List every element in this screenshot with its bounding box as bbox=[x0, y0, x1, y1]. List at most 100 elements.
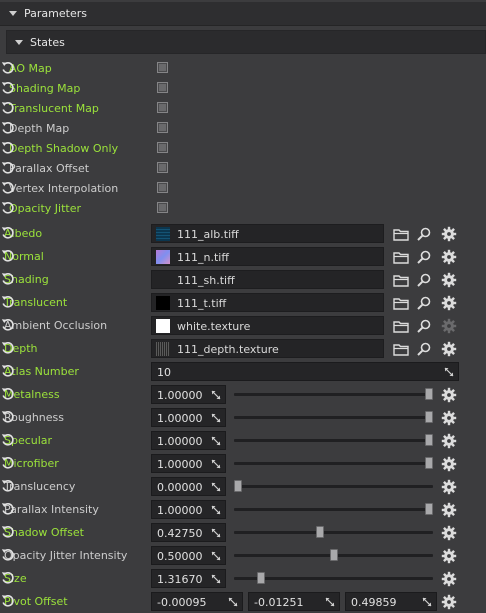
texture-field[interactable]: 111_n.tiff bbox=[151, 247, 384, 266]
reset-icon[interactable] bbox=[0, 100, 16, 116]
reset-icon[interactable] bbox=[0, 120, 16, 136]
reset-icon[interactable] bbox=[0, 160, 16, 176]
reset-icon[interactable] bbox=[0, 294, 16, 310]
states-header[interactable]: States bbox=[6, 30, 486, 54]
resize-arrows-icon[interactable] bbox=[211, 436, 221, 446]
slider-handle[interactable] bbox=[425, 503, 433, 515]
reset-icon[interactable] bbox=[0, 248, 16, 264]
resize-arrows-icon[interactable] bbox=[211, 505, 221, 515]
gear-icon[interactable] bbox=[441, 479, 457, 495]
slider-handle[interactable] bbox=[330, 549, 338, 561]
slider-track[interactable] bbox=[234, 393, 433, 396]
reset-icon[interactable] bbox=[0, 593, 16, 609]
slider-handle[interactable] bbox=[425, 411, 433, 423]
resize-arrows-icon[interactable] bbox=[211, 482, 221, 492]
gear-icon[interactable] bbox=[441, 272, 457, 288]
slider-track[interactable] bbox=[234, 508, 433, 511]
folder-icon[interactable] bbox=[393, 226, 409, 242]
reset-icon[interactable] bbox=[0, 501, 16, 517]
slider-value-field[interactable]: 0.50000 bbox=[151, 546, 226, 565]
slider-value-field[interactable]: 1.00000 bbox=[151, 431, 226, 450]
parameters-header[interactable]: Parameters bbox=[0, 2, 486, 26]
reset-icon[interactable] bbox=[0, 478, 16, 494]
resize-arrows-icon[interactable] bbox=[228, 597, 238, 607]
reset-icon[interactable] bbox=[0, 317, 16, 333]
gear-icon[interactable] bbox=[441, 410, 457, 426]
resize-arrows-icon[interactable] bbox=[211, 551, 221, 561]
state-checkbox[interactable] bbox=[157, 202, 168, 213]
folder-icon[interactable] bbox=[393, 341, 409, 357]
reset-icon[interactable] bbox=[0, 570, 16, 586]
reset-icon[interactable] bbox=[0, 432, 16, 448]
gear-icon[interactable] bbox=[441, 226, 457, 242]
resize-arrows-icon[interactable] bbox=[211, 459, 221, 469]
state-checkbox[interactable] bbox=[157, 102, 168, 113]
reset-icon[interactable] bbox=[0, 200, 16, 216]
folder-icon[interactable] bbox=[393, 272, 409, 288]
resize-arrows-icon[interactable] bbox=[422, 597, 432, 607]
reset-icon[interactable] bbox=[0, 225, 16, 241]
slider-track[interactable] bbox=[234, 416, 433, 419]
slider-value-field[interactable]: 1.00000 bbox=[151, 454, 226, 473]
slider-handle[interactable] bbox=[425, 457, 433, 469]
magnifier-icon[interactable] bbox=[416, 341, 432, 357]
folder-icon[interactable] bbox=[393, 295, 409, 311]
slider-value-field[interactable]: 0.00000 bbox=[151, 477, 226, 496]
magnifier-icon[interactable] bbox=[416, 226, 432, 242]
gear-icon[interactable] bbox=[441, 594, 457, 610]
state-checkbox[interactable] bbox=[157, 122, 168, 133]
resize-arrows-icon[interactable] bbox=[211, 413, 221, 423]
reset-icon[interactable] bbox=[0, 386, 16, 402]
slider-handle[interactable] bbox=[316, 526, 324, 538]
slider-handle[interactable] bbox=[425, 388, 433, 400]
pivot-offset-field[interactable]: -0.00095 bbox=[151, 592, 243, 611]
gear-icon[interactable] bbox=[441, 387, 457, 403]
state-checkbox[interactable] bbox=[157, 162, 168, 173]
texture-field[interactable]: white.texture bbox=[151, 316, 384, 335]
state-checkbox[interactable] bbox=[157, 82, 168, 93]
magnifier-icon[interactable] bbox=[416, 318, 432, 334]
slider-handle[interactable] bbox=[257, 572, 265, 584]
resize-arrows-icon[interactable] bbox=[444, 367, 454, 377]
reset-icon[interactable] bbox=[0, 340, 16, 356]
gear-icon[interactable] bbox=[441, 571, 457, 587]
slider-track[interactable] bbox=[234, 462, 433, 465]
gear-icon[interactable] bbox=[441, 295, 457, 311]
slider-value-field[interactable]: 1.00000 bbox=[151, 385, 226, 404]
reset-icon[interactable] bbox=[0, 60, 16, 76]
reset-icon[interactable] bbox=[0, 180, 16, 196]
texture-field[interactable]: 111_sh.tiff bbox=[151, 270, 384, 289]
slider-value-field[interactable]: 1.00000 bbox=[151, 500, 226, 519]
resize-arrows-icon[interactable] bbox=[211, 574, 221, 584]
pivot-offset-field[interactable]: -0.01251 bbox=[248, 592, 340, 611]
gear-icon[interactable] bbox=[441, 249, 457, 265]
state-checkbox[interactable] bbox=[157, 182, 168, 193]
reset-icon[interactable] bbox=[0, 363, 16, 379]
reset-icon[interactable] bbox=[0, 547, 16, 563]
slider-value-field[interactable]: 1.00000 bbox=[151, 408, 226, 427]
folder-icon[interactable] bbox=[393, 249, 409, 265]
state-checkbox[interactable] bbox=[157, 142, 168, 153]
resize-arrows-icon[interactable] bbox=[325, 597, 335, 607]
slider-track[interactable] bbox=[234, 485, 433, 488]
magnifier-icon[interactable] bbox=[416, 272, 432, 288]
gear-icon[interactable] bbox=[441, 433, 457, 449]
resize-arrows-icon[interactable] bbox=[211, 390, 221, 400]
slider-track[interactable] bbox=[234, 531, 433, 534]
slider-value-field[interactable]: 1.31670 bbox=[151, 569, 226, 588]
texture-field[interactable]: 111_alb.tiff bbox=[151, 224, 384, 243]
texture-field[interactable]: 111_t.tiff bbox=[151, 293, 384, 312]
magnifier-icon[interactable] bbox=[416, 295, 432, 311]
folder-icon[interactable] bbox=[393, 318, 409, 334]
pivot-offset-field[interactable]: 0.49859 bbox=[345, 592, 437, 611]
gear-icon[interactable] bbox=[441, 341, 457, 357]
reset-icon[interactable] bbox=[0, 455, 16, 471]
reset-icon[interactable] bbox=[0, 271, 16, 287]
gear-icon[interactable] bbox=[441, 456, 457, 472]
atlas-number-field[interactable]: 10 bbox=[151, 362, 459, 381]
slider-handle[interactable] bbox=[234, 480, 242, 492]
resize-arrows-icon[interactable] bbox=[211, 528, 221, 538]
texture-field[interactable]: 111_depth.texture bbox=[151, 339, 384, 358]
reset-icon[interactable] bbox=[0, 80, 16, 96]
slider-value-field[interactable]: 0.42750 bbox=[151, 523, 226, 542]
